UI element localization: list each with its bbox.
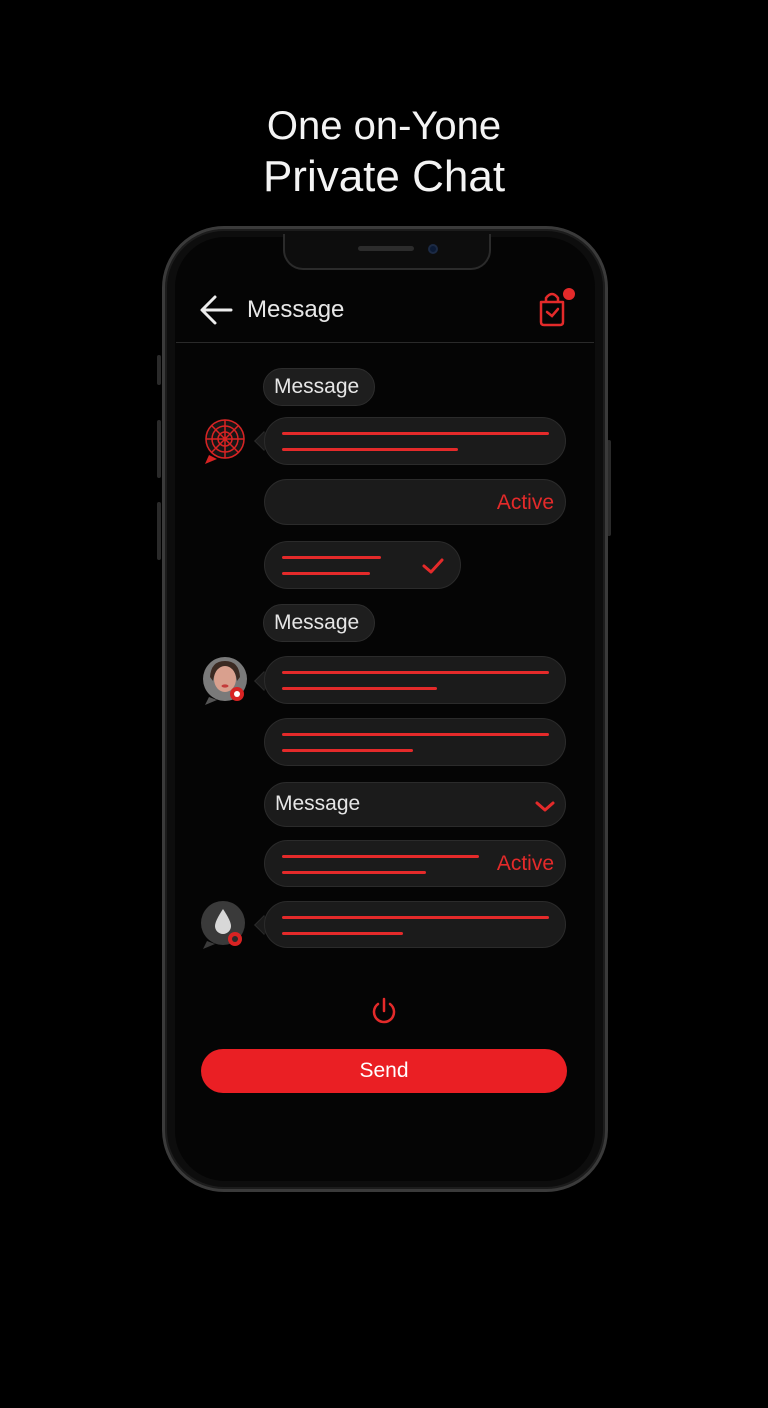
chevron-down-icon — [535, 801, 555, 812]
arrow-left-icon[interactable] — [199, 294, 233, 326]
phone-screen — [175, 237, 595, 1181]
headline-line-2: Private Chat — [262, 152, 506, 201]
speaker — [358, 246, 414, 251]
header-title: Message — [247, 296, 345, 323]
active-status: Active — [496, 852, 554, 875]
chat-bubble-4[interactable] — [264, 901, 566, 948]
text-line — [282, 749, 413, 752]
status-bubble-2[interactable]: Active — [264, 840, 566, 887]
active-status: Active — [496, 491, 554, 514]
text-line — [282, 556, 381, 559]
front-camera — [428, 244, 438, 254]
message-label-pill: Message — [263, 604, 375, 642]
spiderweb-avatar-icon[interactable] — [201, 417, 249, 465]
chat-bubble-1[interactable] — [264, 417, 566, 465]
shopping-bag-icon[interactable] — [533, 288, 575, 328]
text-line — [282, 916, 549, 919]
volume-down-button — [157, 502, 161, 560]
status-bubble-1[interactable]: Active — [264, 479, 566, 525]
headline-line-1: One on-Yone — [266, 104, 502, 148]
text-line — [282, 932, 403, 935]
chat-bubble-2[interactable] — [264, 656, 566, 704]
user-avatar[interactable] — [201, 657, 249, 705]
text-line — [282, 733, 549, 736]
header-divider — [176, 342, 594, 343]
silent-switch — [157, 355, 161, 385]
text-line — [282, 671, 549, 674]
text-line — [282, 871, 426, 874]
notch — [283, 234, 491, 270]
check-icon — [422, 558, 444, 574]
send-button[interactable]: Send — [201, 1049, 567, 1093]
message-dropdown[interactable]: Message — [264, 782, 566, 827]
text-line — [282, 448, 458, 451]
dropdown-label: Message — [275, 792, 361, 815]
text-line — [282, 432, 549, 435]
chat-bubble-3[interactable] — [264, 718, 566, 766]
text-line — [282, 855, 479, 858]
text-line — [282, 572, 370, 575]
sent-bubble[interactable] — [264, 541, 461, 589]
message-label-pill: Message — [263, 368, 375, 406]
text-line — [282, 687, 437, 690]
power-icon[interactable] — [370, 996, 398, 1026]
water-drop-avatar-icon[interactable] — [201, 901, 249, 949]
volume-up-button — [157, 420, 161, 478]
